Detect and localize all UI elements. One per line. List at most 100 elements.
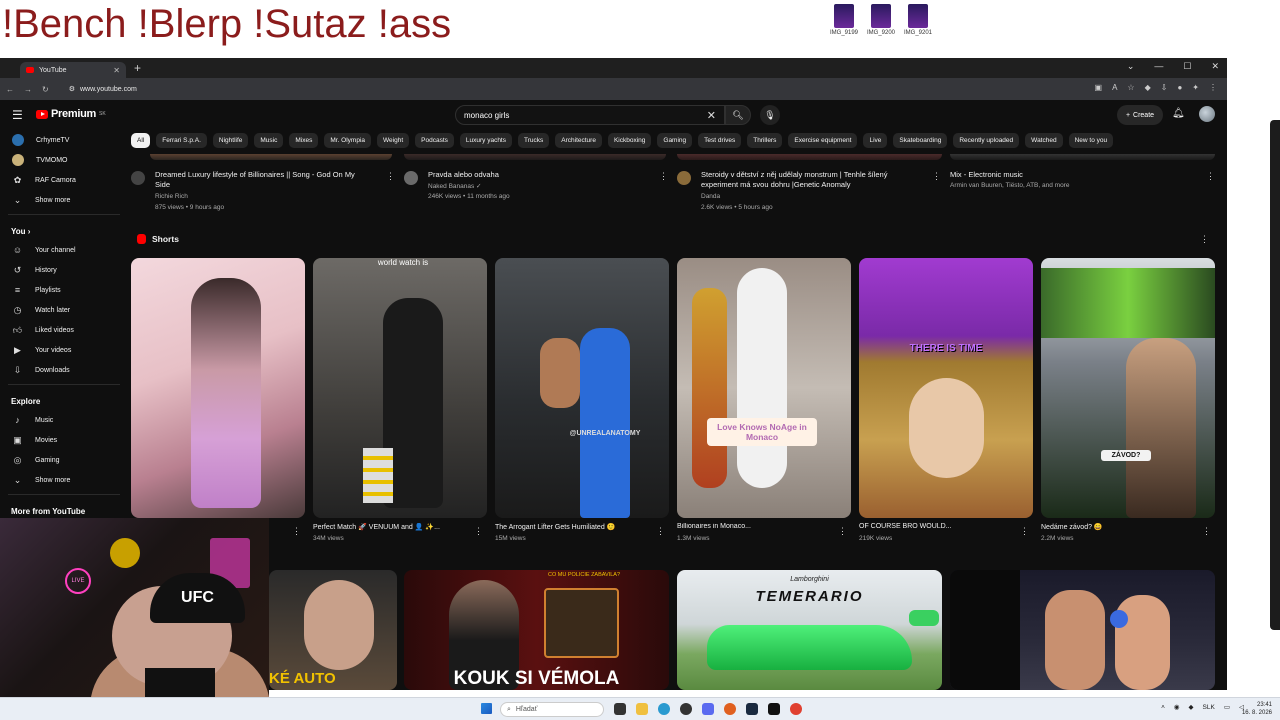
chip[interactable]: Trucks [518,133,550,148]
short-thumbnail[interactable]: Love Knows NoAge in Monaco [677,258,851,518]
short-thumbnail[interactable]: THERE IS TIME [859,258,1033,518]
more-options-icon[interactable]: ⋮ [474,526,483,537]
chip[interactable]: Mixes [289,133,319,148]
desktop-file-icon[interactable] [908,4,928,28]
edge-icon[interactable] [658,703,670,715]
discord-icon[interactable] [702,703,714,715]
more-options-icon[interactable]: ⋮ [838,526,847,537]
extension-icon[interactable]: ◆ [1145,83,1151,92]
desktop-file-icon[interactable] [834,4,854,28]
chip[interactable]: Luxury yachts [459,133,512,148]
short-title[interactable]: The Arrogant Lifter Gets Humiliated 🙂 [495,523,655,531]
new-tab-icon[interactable]: + [134,61,141,75]
channel-avatar[interactable] [131,171,145,185]
video-thumbnail[interactable]: Lamborghini TEMERARIO [677,570,942,690]
translate-icon[interactable]: A [1112,83,1117,92]
search-button[interactable]: 🔍︎ [725,105,751,125]
sidebar-item-history[interactable]: ↺ History [0,260,128,280]
sidebar-item-movies[interactable]: ▣ Movies [0,430,128,450]
video-channel[interactable]: Naked Bananas ✓ [428,182,643,190]
back-icon[interactable]: ← [6,85,14,94]
search-input[interactable]: monaco girls ✕ [455,105,725,125]
clear-search-icon[interactable]: ✕ [707,109,716,122]
short-title[interactable]: Perfect Match 🚀 VENUUM and 👤 ✨... [313,523,473,531]
more-options-icon[interactable]: ⋮ [1200,234,1209,245]
sidebar-item-your-videos[interactable]: ▶ Your videos [0,340,128,360]
short-title[interactable]: OF COURSE BRO WOULD... [859,523,1019,530]
browser-tab[interactable]: YouTube ✕ [20,62,126,78]
short-thumbnail[interactable]: world watch is [313,258,487,518]
chip[interactable]: Gaming [657,133,693,148]
chip[interactable]: Live [863,133,888,148]
sidebar-item-show-more[interactable]: ⌄ Show more [0,190,128,210]
sidebar-item-liked-videos[interactable]: 👍︎ Liked videos [0,320,128,340]
short-thumbnail[interactable]: ZÁVOD? [1041,258,1215,518]
chip[interactable]: Exercise equipment [788,133,858,148]
chip[interactable]: Skateboarding [893,133,948,148]
maximize-icon[interactable]: ☐ [1183,61,1191,72]
tray-app-icon[interactable]: ◉ [1174,703,1180,711]
video-thumbnail[interactable] [150,154,392,160]
more-options-icon[interactable]: ⋮ [292,526,301,537]
video-channel[interactable]: Richie Rich [155,193,370,200]
hamburger-menu-icon[interactable]: ☰ [12,108,23,122]
chip[interactable]: Mr. Olympia [324,133,372,148]
sidebar-item-downloads[interactable]: ⇩ Downloads [0,360,128,380]
obs-icon[interactable] [680,703,692,715]
chip[interactable]: Kickboxing [607,133,652,148]
chip[interactable]: Recently uploaded [953,133,1020,148]
more-options-icon[interactable]: ⋮ [386,171,395,182]
tab-search-icon[interactable]: ⌄ [1127,61,1135,72]
language-indicator[interactable]: SLK [1203,704,1215,711]
video-card[interactable]: Dreamed Luxury lifestyle of Billionaires… [131,168,396,218]
install-icon[interactable]: ▣ [1095,83,1103,92]
sidebar-heading-you[interactable]: You › [0,219,128,240]
voice-search-button[interactable]: 🎙︎ [760,105,780,125]
sidebar-item-watch-later[interactable]: ◷ Watch later [0,300,128,320]
video-thumbnail[interactable] [677,154,942,160]
more-options-icon[interactable]: ⋮ [1206,171,1215,182]
desktop-file-icon[interactable] [871,4,891,28]
video-channel[interactable]: Armin van Buuren, Tiësto, ATB, and more [950,182,1190,189]
forward-icon[interactable]: → [24,85,32,94]
sidebar-item-playlists[interactable]: ≡ Playlists [0,280,128,300]
more-options-icon[interactable]: ⋮ [1020,526,1029,537]
video-title[interactable]: Mix - Electronic music [950,170,1165,180]
channel-avatar[interactable] [677,171,691,185]
more-options-icon[interactable]: ⋮ [659,171,668,182]
sidebar-item-your-channel[interactable]: ☺ Your channel [0,240,128,260]
task-view-icon[interactable] [614,703,626,715]
account-avatar[interactable] [1199,106,1215,122]
video-channel[interactable]: Danda [701,193,916,200]
video-card[interactable]: Pravda alebo odvaha Naked Bananas ✓ 246K… [404,168,669,218]
clock[interactable]: 23:41 16. 8. 2026 [1242,701,1272,717]
video-card[interactable]: Mix - Electronic music Armin van Buuren,… [926,168,1216,218]
more-options-icon[interactable]: ⋮ [656,526,665,537]
chip[interactable]: Podcasts [415,133,454,148]
chevron-up-icon[interactable]: ˄ [1161,704,1165,711]
short-title[interactable]: Nedáme závod? 😄 [1041,523,1201,531]
video-thumbnail[interactable] [404,154,666,160]
steam-icon[interactable] [746,703,758,715]
video-thumbnail[interactable]: KÉ AUTO [269,570,397,690]
sidebar-item-raf-camora[interactable]: ✿ RAF Camora [0,170,128,190]
taskbar-search[interactable]: ⌕ Hľadať [500,702,604,717]
bookmark-star-icon[interactable]: ☆ [1127,83,1134,92]
chip[interactable]: Nightlife [212,133,249,148]
menu-icon[interactable]: ⋮ [1209,83,1217,92]
video-card[interactable]: Steroidy v dětství z něj udělaly monstru… [677,168,942,218]
app-icon[interactable] [768,703,780,715]
short-thumbnail[interactable]: @UNREALANATOMY [495,258,669,518]
browser-icon[interactable] [790,703,802,715]
network-icon[interactable]: ▭ [1224,703,1230,711]
sidebar-item-gaming[interactable]: ◎ Gaming [0,450,128,470]
chip[interactable]: Ferrari S.p.A. [156,133,207,148]
start-icon[interactable] [481,703,492,714]
firefox-icon[interactable] [724,703,736,715]
sidebar-item-music[interactable]: ♪ Music [0,410,128,430]
video-thumbnail[interactable] [950,154,1215,160]
create-button[interactable]: + Create [1117,105,1163,125]
site-info-icon[interactable]: ⚙ [69,85,75,93]
sidebar-item-crhymetv[interactable]: CrhymeTV [0,130,128,150]
video-title[interactable]: Pravda alebo odvaha [428,170,643,180]
